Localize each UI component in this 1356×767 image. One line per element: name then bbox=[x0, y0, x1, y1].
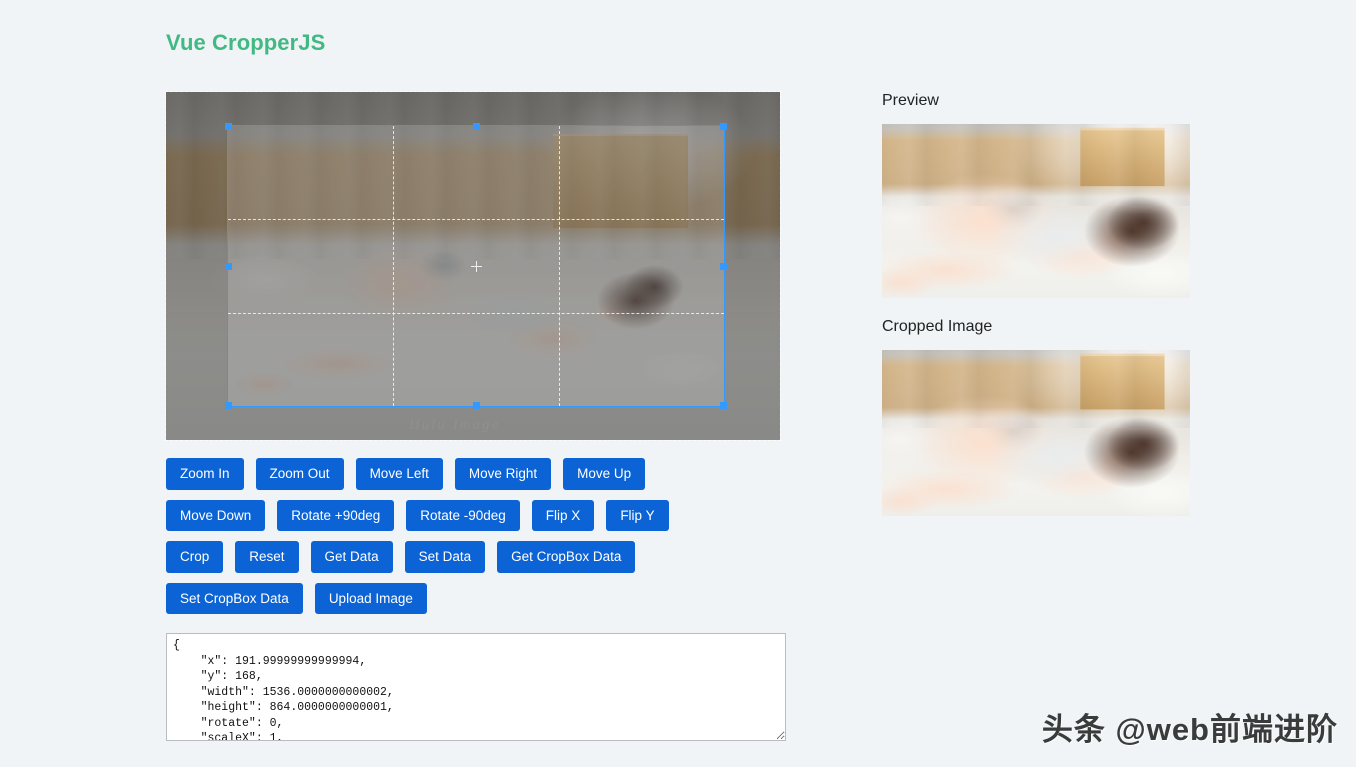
crop-guide-horizontal-2 bbox=[228, 312, 724, 314]
crop-guide-horizontal-1 bbox=[228, 219, 724, 221]
crop-handle-west[interactable] bbox=[225, 263, 232, 270]
cropped-image-title: Cropped Image bbox=[882, 318, 993, 335]
cropped-image bbox=[882, 350, 1190, 516]
crop-handle-north[interactable] bbox=[473, 123, 480, 130]
data-output-textarea[interactable] bbox=[166, 633, 786, 741]
crop-guide-vertical-2 bbox=[558, 126, 560, 406]
move-right-button[interactable]: Move Right bbox=[454, 458, 552, 490]
cropper-area[interactable]: Hulu Image bbox=[165, 91, 781, 441]
move-down-button[interactable]: Move Down bbox=[166, 499, 266, 531]
set-data-button[interactable]: Set Data bbox=[404, 541, 486, 573]
upload-image-button[interactable]: Upload Image bbox=[314, 582, 427, 614]
move-left-button[interactable]: Move Left bbox=[355, 458, 443, 490]
get-data-button[interactable]: Get Data bbox=[310, 541, 393, 573]
source-watermark: 头条 @web前端进阶 bbox=[1041, 712, 1338, 747]
page-root: Vue CropperJS Hulu Image Zoom In Zoom Ou… bbox=[0, 0, 1356, 767]
zoom-in-button[interactable]: Zoom In bbox=[166, 458, 244, 490]
crop-center-crosshair-icon bbox=[471, 261, 482, 272]
flip-y-button[interactable]: Flip Y bbox=[606, 499, 669, 531]
toolbar-row-3: Crop Reset Get Data Set Data Get CropBox… bbox=[166, 541, 806, 573]
get-cropbox-data-button[interactable]: Get CropBox Data bbox=[497, 541, 636, 573]
toolbar-row-4: Set CropBox Data Upload Image bbox=[166, 582, 806, 614]
toolbar-row-2: Move Down Rotate +90deg Rotate -90deg Fl… bbox=[166, 499, 806, 531]
preview-title: Preview bbox=[882, 92, 939, 109]
zoom-out-button[interactable]: Zoom Out bbox=[255, 458, 344, 490]
cropped-thumbnail bbox=[882, 350, 1190, 516]
flip-x-button[interactable]: Flip X bbox=[531, 499, 595, 531]
page-title: Vue CropperJS bbox=[166, 30, 326, 55]
cropper-toolbar: Zoom In Zoom Out Move Left Move Right Mo… bbox=[166, 458, 806, 624]
crop-button[interactable]: Crop bbox=[166, 541, 224, 573]
preview-image bbox=[882, 124, 1190, 298]
crop-handle-southwest[interactable] bbox=[225, 402, 232, 409]
preview-thumbnail bbox=[882, 124, 1190, 298]
toolbar-row-1: Zoom In Zoom Out Move Left Move Right Mo… bbox=[166, 458, 806, 490]
crop-guide-vertical-1 bbox=[393, 126, 395, 406]
crop-handle-east[interactable] bbox=[720, 263, 727, 270]
preview-panel: Preview Cropped Image bbox=[882, 92, 1202, 516]
set-cropbox-data-button[interactable]: Set CropBox Data bbox=[166, 582, 303, 614]
move-up-button[interactable]: Move Up bbox=[563, 458, 646, 490]
crop-handle-northeast[interactable] bbox=[720, 123, 727, 130]
crop-handle-southeast[interactable] bbox=[720, 402, 727, 409]
crop-handle-northwest[interactable] bbox=[225, 123, 232, 130]
rotate-counterclockwise-button[interactable]: Rotate -90deg bbox=[406, 499, 520, 531]
reset-button[interactable]: Reset bbox=[235, 541, 299, 573]
data-output-container bbox=[166, 633, 786, 741]
crop-box[interactable] bbox=[225, 123, 727, 409]
rotate-clockwise-button[interactable]: Rotate +90deg bbox=[277, 499, 395, 531]
crop-handle-south[interactable] bbox=[473, 402, 480, 409]
cropper-canvas[interactable]: Hulu Image bbox=[165, 91, 781, 441]
image-signature-watermark: Hulu Image bbox=[408, 417, 501, 433]
